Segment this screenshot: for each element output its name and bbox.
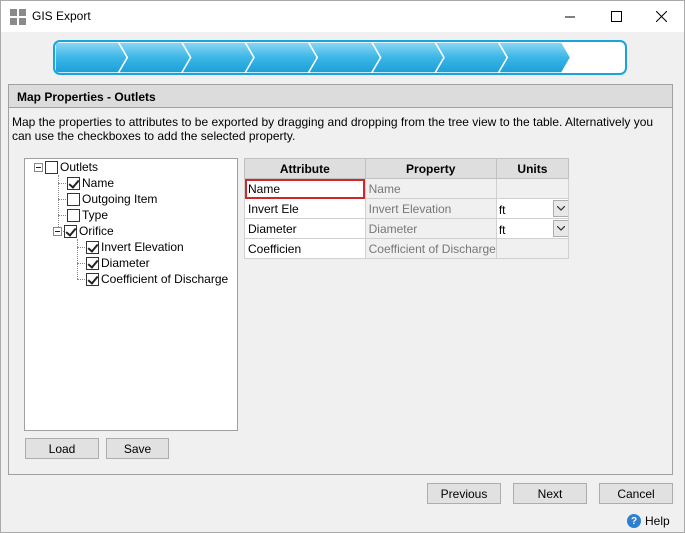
attribute-mapping-table: Attribute Property Units Name Name Inver… <box>244 158 570 259</box>
wizard-step-completed <box>55 42 129 73</box>
panel-header: Map Properties - Outlets <box>9 85 672 108</box>
table-row: Name Name <box>244 178 570 199</box>
wizard-progress-bar <box>53 40 627 75</box>
tree-item-label: Orifice <box>79 224 114 238</box>
diameter-checkbox[interactable] <box>86 256 99 270</box>
units-cell <box>495 238 570 259</box>
gis-export-window: GIS Export Map Properties - Outlets Map … <box>0 0 685 533</box>
panel-title: Map Properties - Outlets <box>17 90 156 104</box>
units-dropdown[interactable]: ft <box>497 199 568 218</box>
outgoing-item-checkbox[interactable] <box>67 192 80 206</box>
orifice-checkbox[interactable] <box>64 224 77 238</box>
map-properties-panel: Map Properties - Outlets Map the propert… <box>8 84 673 475</box>
title-bar: GIS Export <box>1 1 684 32</box>
minimize-button[interactable] <box>547 1 593 32</box>
tree-item-label: Invert Elevation <box>101 240 184 254</box>
wizard-step-completed <box>307 42 382 73</box>
table-row: Diameter Diameter ft <box>244 218 570 239</box>
wizard-step-completed <box>370 42 445 73</box>
wizard-step-completed <box>117 42 192 73</box>
instructions-text: Map the properties to attributes to be e… <box>12 115 654 143</box>
tree-item-outgoing-item[interactable]: Outgoing Item <box>67 191 157 207</box>
attribute-cell[interactable]: Diameter <box>244 218 366 239</box>
wizard-step-completed <box>244 42 319 73</box>
invert-elevation-checkbox[interactable] <box>86 240 99 254</box>
help-icon: ? <box>627 514 641 528</box>
tree-item-label: Type <box>82 208 109 222</box>
previous-button[interactable]: Previous <box>427 483 501 504</box>
units-value: ft <box>498 223 506 237</box>
table-row: Coefficien Coefficient of Discharge <box>244 238 570 259</box>
tree-item-outlets[interactable]: Outlets <box>34 159 98 175</box>
attribute-cell[interactable]: Name <box>244 178 366 199</box>
column-header-property: Property <box>364 158 497 179</box>
tree-item-invert-elevation[interactable]: Invert Elevation <box>86 239 184 255</box>
property-cell: Name <box>364 178 497 199</box>
chevron-down-icon <box>556 206 565 211</box>
next-button[interactable]: Next <box>513 483 587 504</box>
table-row: Invert Ele Invert Elevation ft <box>244 198 570 219</box>
units-cell <box>495 178 570 199</box>
close-icon <box>655 11 667 22</box>
tree-item-diameter[interactable]: Diameter <box>86 255 150 271</box>
save-button[interactable]: Save <box>106 438 169 459</box>
column-header-attribute: Attribute <box>244 158 366 179</box>
window-title: GIS Export <box>32 9 91 23</box>
minimize-icon <box>565 16 575 17</box>
maximize-icon <box>610 11 622 22</box>
wizard-step-completed <box>497 42 572 73</box>
tree-item-label: Outlets <box>60 160 99 174</box>
cancel-button[interactable]: Cancel <box>599 483 673 504</box>
tree-item-name[interactable]: Name <box>67 175 114 191</box>
attribute-cell[interactable]: Invert Ele <box>244 198 366 219</box>
property-tree-view[interactable]: Outlets Name Outgoing Item Type Orifice <box>24 158 238 431</box>
coefficient-of-discharge-checkbox[interactable] <box>86 272 99 286</box>
tree-item-label: Diameter <box>101 256 150 270</box>
table-header-row: Attribute Property Units <box>244 158 570 179</box>
wizard-step-completed <box>180 42 255 73</box>
chevron-down-icon <box>556 226 565 231</box>
tree-item-label: Coefficient of Discharge <box>101 272 229 286</box>
units-cell: ft <box>495 218 570 239</box>
collapse-icon[interactable] <box>53 226 62 236</box>
tree-item-coefficient-of-discharge[interactable]: Coefficient of Discharge <box>86 271 228 287</box>
wizard-progress-steps <box>55 42 572 73</box>
attribute-cell[interactable]: Coefficien <box>244 238 366 259</box>
collapse-icon[interactable] <box>34 162 43 172</box>
dropdown-button[interactable] <box>552 220 568 237</box>
maximize-button[interactable] <box>593 1 639 32</box>
units-value: ft <box>498 203 506 217</box>
column-header-units: Units <box>495 158 570 179</box>
units-dropdown[interactable]: ft <box>497 219 568 238</box>
help-label: Help <box>645 514 670 528</box>
app-icon <box>10 9 26 25</box>
tree-item-type[interactable]: Type <box>67 207 108 223</box>
units-cell: ft <box>495 198 570 219</box>
wizard-step-completed <box>434 42 509 73</box>
close-button[interactable] <box>638 1 684 32</box>
tree-item-orifice[interactable]: Orifice <box>53 223 114 239</box>
property-cell: Coefficient of Discharge <box>364 238 497 259</box>
name-checkbox[interactable] <box>67 176 80 190</box>
outlets-checkbox[interactable] <box>45 160 58 174</box>
tree-item-label: Name <box>82 176 115 190</box>
help-link[interactable]: ? Help <box>627 514 670 528</box>
tree-item-label: Outgoing Item <box>82 192 158 206</box>
property-cell: Diameter <box>364 218 497 239</box>
type-checkbox[interactable] <box>67 208 80 222</box>
property-cell: Invert Elevation <box>364 198 497 219</box>
load-button[interactable]: Load <box>25 438 99 459</box>
dropdown-button[interactable] <box>552 200 568 217</box>
